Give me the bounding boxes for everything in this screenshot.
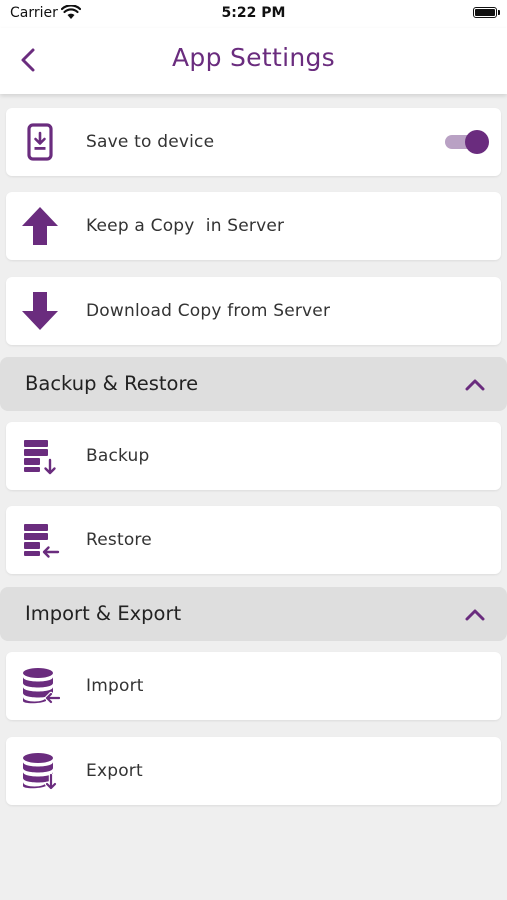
arrow-up-icon [22,207,58,245]
chevron-up-icon [465,379,485,391]
section-title: Backup & Restore [25,372,199,395]
section-title: Import & Export [25,602,182,625]
backup-restore-header[interactable]: Backup & Restore [0,357,507,411]
page-title: App Settings [172,43,335,72]
phone-download-icon [27,123,53,161]
save-to-device-label: Save to device [86,132,215,152]
backup-label: Backup [86,446,150,466]
import-export-header[interactable]: Import & Export [0,587,507,641]
save-to-device-row[interactable]: Save to device [6,108,501,176]
download-copy-label: Download Copy from Server [86,301,331,321]
export-row[interactable]: Export [6,737,501,805]
database-import-icon [23,668,60,705]
server-download-icon [24,440,56,475]
download-copy-row[interactable]: Download Copy from Server [6,277,501,345]
backup-row[interactable]: Backup [6,422,501,490]
restore-row[interactable]: Restore [6,506,501,574]
chevron-up-icon [465,609,485,621]
database-export-icon [23,753,58,791]
keep-copy-label: Keep a Copy in Server [86,216,285,236]
clock: 5:22 PM [221,5,286,21]
export-label: Export [86,761,143,781]
navigation-bar: App Settings [0,28,507,94]
server-restore-icon [24,524,60,558]
restore-label: Restore [86,530,152,550]
import-label: Import [86,676,144,696]
status-bar: Carrier 5:22 PM [0,0,507,28]
import-row[interactable]: Import [6,652,501,720]
battery-icon [473,7,497,18]
arrow-down-icon [22,292,58,330]
keep-copy-row[interactable]: Keep a Copy in Server [6,192,501,260]
save-to-device-toggle[interactable] [445,130,489,154]
